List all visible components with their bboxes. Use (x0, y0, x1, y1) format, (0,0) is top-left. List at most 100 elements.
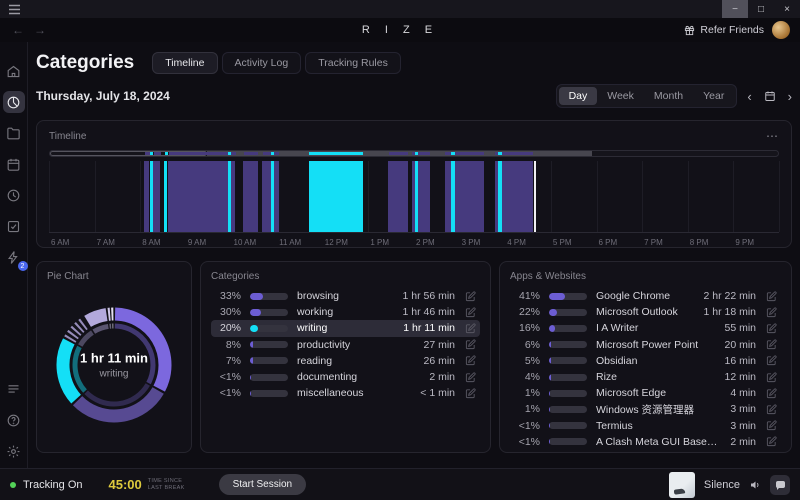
timeline-activity-segment[interactable] (144, 161, 149, 232)
tab-timeline[interactable]: Timeline (152, 52, 217, 74)
close-button[interactable]: × (774, 0, 800, 18)
app-row[interactable]: 16%I A Writer55 min (510, 320, 781, 336)
donut-segment-reading[interactable] (88, 314, 107, 321)
range-year[interactable]: Year (693, 87, 734, 105)
usage-bar (549, 325, 587, 332)
tab-tracking-rules[interactable]: Tracking Rules (305, 52, 401, 74)
app-row[interactable]: 22%Microsoft Outlook1 hr 18 min (510, 304, 781, 320)
range-selector: Day Week Month Year (556, 84, 738, 108)
sidebar: 2 (0, 42, 28, 468)
refer-friends-button[interactable]: Refer Friends (684, 24, 764, 36)
edit-icon[interactable] (765, 420, 777, 431)
app-row[interactable]: 6%Microsoft Power Point20 min (510, 337, 781, 353)
donut-segment-productivity[interactable] (70, 322, 86, 339)
timeline-activity-segment[interactable] (168, 161, 228, 232)
range-month[interactable]: Month (644, 87, 693, 105)
edit-icon[interactable] (765, 323, 777, 334)
edit-icon[interactable] (765, 307, 777, 318)
timeline-chart[interactable] (49, 161, 779, 233)
edit-icon[interactable] (464, 291, 476, 302)
donut-segment-working[interactable] (86, 384, 148, 404)
minimap-segment (145, 152, 150, 155)
app-row[interactable]: 4%Rize12 min (510, 369, 781, 385)
edit-icon[interactable] (464, 307, 476, 318)
break-timer: 45:00 (109, 477, 142, 492)
prev-day-button[interactable]: ‹ (747, 89, 751, 104)
app-row[interactable]: <1%A Clash Meta GUI Based On Ta...2 min (510, 434, 781, 450)
chat-widget-button[interactable] (770, 475, 790, 495)
timeline-activity-segment[interactable] (164, 161, 167, 232)
next-day-button[interactable]: › (788, 89, 792, 104)
timeline-activity-segment[interactable] (274, 161, 279, 232)
edit-icon[interactable] (464, 388, 476, 399)
sidebar-item-calendar[interactable] (3, 153, 25, 175)
edit-icon[interactable] (765, 339, 777, 350)
pie-center-label: 1 hr 11 min writing (80, 350, 148, 379)
edit-icon[interactable] (765, 436, 777, 447)
category-row[interactable]: <1%miscellaneous< 1 min (211, 385, 480, 401)
app-row[interactable]: <1%Termius3 min (510, 418, 781, 434)
edit-icon[interactable] (464, 339, 476, 350)
timeline-activity-segment[interactable] (388, 161, 408, 232)
hour-tick-label: 8 PM (690, 238, 709, 247)
start-session-button[interactable]: Start Session (219, 474, 306, 495)
timeline-activity-segment[interactable] (502, 161, 533, 232)
edit-icon[interactable] (464, 323, 476, 334)
timeline-activity-segment[interactable] (309, 161, 363, 232)
category-row[interactable]: 7%reading26 min (211, 353, 480, 369)
timeline-activity-segment[interactable] (243, 161, 258, 232)
timeline-minimap[interactable] (49, 150, 779, 157)
sidebar-item-projects[interactable] (3, 122, 25, 144)
duration-label: < 1 min (420, 387, 455, 399)
tab-activity-log[interactable]: Activity Log (222, 52, 302, 74)
timeline-activity-segment[interactable] (455, 161, 484, 232)
donut-segment-productivity[interactable] (80, 332, 92, 345)
timeline-activity-segment[interactable] (153, 161, 160, 232)
app-row[interactable]: 5%Obsidian16 min (510, 353, 781, 369)
apps-panel: Apps & Websites 41%Google Chrome2 hr 22 … (499, 261, 792, 453)
duration-label: 1 hr 56 min (402, 290, 455, 302)
donut-segment-reading[interactable] (94, 326, 109, 331)
sidebar-item-energy[interactable]: 2 (3, 246, 25, 268)
edit-icon[interactable] (765, 404, 777, 415)
sidebar-item-home[interactable] (3, 60, 25, 82)
edit-icon[interactable] (765, 355, 777, 366)
app-name: Microsoft Edge (596, 387, 721, 399)
range-week[interactable]: Week (597, 87, 644, 105)
app-title: R I Z E (0, 24, 800, 36)
sidebar-item-log[interactable] (3, 378, 25, 400)
app-row[interactable]: 1%Windows 资源管理器3 min (510, 401, 781, 417)
category-row[interactable]: <1%documenting2 min (211, 369, 480, 385)
timeline-activity-segment[interactable] (150, 161, 153, 232)
ambient-scene-thumbnail[interactable] (669, 472, 695, 498)
navbar: ← → R I Z E Refer Friends (0, 18, 800, 42)
edit-icon[interactable] (464, 372, 476, 383)
calendar-picker-icon[interactable] (764, 90, 776, 102)
edit-icon[interactable] (464, 355, 476, 366)
category-row[interactable]: 30%working1 hr 46 min (211, 304, 480, 320)
category-row[interactable]: 33%browsing1 hr 56 min (211, 288, 480, 304)
category-row[interactable]: 20%writing1 hr 11 min (211, 320, 480, 336)
sidebar-item-help[interactable] (3, 409, 25, 431)
timeline-menu-icon[interactable]: ⋯ (766, 129, 779, 143)
timeline-activity-segment[interactable] (418, 161, 430, 232)
app-row[interactable]: 1%Microsoft Edge4 min (510, 385, 781, 401)
sidebar-item-settings[interactable] (3, 440, 25, 462)
timeline-activity-segment[interactable] (231, 161, 235, 232)
timeline-activity-segment[interactable] (262, 161, 271, 232)
maximize-button[interactable]: □ (748, 0, 774, 18)
break-timer-caption: TIME SINCELAST BREAK (148, 478, 185, 492)
sidebar-item-tasks[interactable] (3, 215, 25, 237)
avatar[interactable] (772, 21, 790, 39)
sidebar-item-categories[interactable] (3, 91, 25, 113)
edit-icon[interactable] (765, 291, 777, 302)
range-day[interactable]: Day (559, 87, 598, 105)
speaker-icon[interactable] (749, 479, 761, 491)
edit-icon[interactable] (765, 388, 777, 399)
category-row[interactable]: 8%productivity27 min (211, 337, 480, 353)
hamburger-menu-icon[interactable] (8, 4, 21, 15)
app-row[interactable]: 41%Google Chrome2 hr 22 min (510, 288, 781, 304)
minimize-button[interactable]: − (722, 0, 748, 18)
sidebar-item-history[interactable] (3, 184, 25, 206)
edit-icon[interactable] (765, 372, 777, 383)
